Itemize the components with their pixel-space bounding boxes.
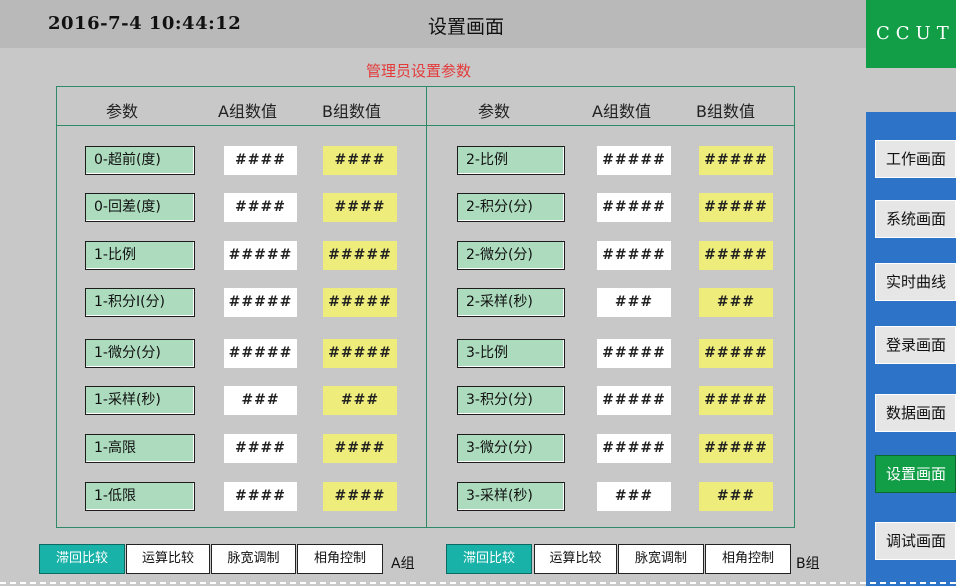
right-header-param: 参数 (478, 102, 511, 121)
nav-button-2[interactable]: 实时曲线 (875, 263, 956, 301)
a-value-field[interactable]: #### (224, 482, 297, 511)
b-value-field[interactable]: ##### (323, 288, 397, 317)
b-value-field[interactable]: ##### (699, 241, 773, 270)
mode-b-button-1[interactable]: 运算比较 (534, 544, 617, 574)
bottom-dashed-line (0, 582, 956, 584)
param-label: 1-微分(分) (85, 339, 195, 368)
a-value-field[interactable]: ##### (224, 339, 297, 368)
b-value-field[interactable]: #### (323, 146, 397, 175)
right-header-b: B组数值 (696, 102, 755, 121)
a-value-field[interactable]: #### (224, 193, 297, 222)
a-value-field[interactable]: ##### (224, 288, 297, 317)
b-value-field[interactable]: #### (323, 434, 397, 463)
param-label: 1-低限 (85, 482, 195, 511)
b-value-field[interactable]: ##### (699, 146, 773, 175)
left-header-param: 参数 (106, 102, 139, 121)
b-value-field[interactable]: ##### (323, 241, 397, 270)
mode-b-button-3[interactable]: 相角控制 (705, 544, 791, 574)
param-label: 2-积分(分) (457, 193, 565, 222)
a-value-field[interactable]: ##### (597, 241, 671, 270)
param-label: 3-微分(分) (457, 434, 565, 463)
group-b-label: B组 (796, 556, 820, 572)
param-label: 1-高限 (85, 434, 195, 463)
mode-a-button-2[interactable]: 脉宽调制 (211, 544, 296, 574)
nav-button-0[interactable]: 工作画面 (875, 140, 956, 178)
param-label: 1-积分I(分) (85, 288, 195, 317)
a-value-field[interactable]: ### (597, 482, 671, 511)
mode-a-button-1[interactable]: 运算比较 (126, 544, 210, 574)
a-value-field[interactable]: #### (224, 434, 297, 463)
a-value-field[interactable]: ##### (597, 146, 671, 175)
a-value-field[interactable]: ##### (224, 241, 297, 270)
b-value-field[interactable]: ##### (323, 339, 397, 368)
a-value-field[interactable]: ##### (597, 193, 671, 222)
mode-a-button-0[interactable]: 滞回比较 (39, 544, 125, 574)
param-label: 1-采样(秒) (85, 386, 195, 415)
a-value-field[interactable]: ##### (597, 386, 671, 415)
nav-button-6[interactable]: 调试画面 (875, 522, 956, 560)
b-value-field[interactable]: ### (699, 482, 773, 511)
nav-button-4[interactable]: 数据画面 (875, 394, 956, 432)
brand-logo: CCUT (866, 0, 956, 68)
mode-b-button-2[interactable]: 脉宽调制 (618, 544, 704, 574)
b-value-field[interactable]: ##### (699, 339, 773, 368)
panel-divider-vertical (426, 86, 427, 528)
b-value-field[interactable]: ##### (699, 193, 773, 222)
param-label: 3-采样(秒) (457, 482, 565, 511)
param-label: 3-积分(分) (457, 386, 565, 415)
param-label: 1-比例 (85, 241, 195, 270)
nav-button-5[interactable]: 设置画面 (875, 455, 956, 493)
mode-a-button-3[interactable]: 相角控制 (297, 544, 383, 574)
left-header-a: A组数值 (218, 102, 277, 121)
param-label: 3-比例 (457, 339, 565, 368)
param-label: 0-超前(度) (85, 146, 195, 175)
nav-button-1[interactable]: 系统画面 (875, 200, 956, 238)
param-label: 2-采样(秒) (457, 288, 565, 317)
a-value-field[interactable]: ##### (597, 339, 671, 368)
b-value-field[interactable]: ### (323, 386, 397, 415)
sidebar: CCUT 工作画面系统画面实时曲线登录画面数据画面设置画面调试画面 (866, 0, 956, 586)
panel-divider-horizontal (56, 125, 795, 126)
mode-b-button-0[interactable]: 滞回比较 (446, 544, 532, 574)
b-value-field[interactable]: #### (323, 482, 397, 511)
left-header-b: B组数值 (322, 102, 381, 121)
right-header-a: A组数值 (592, 102, 651, 121)
a-value-field[interactable]: ### (224, 386, 297, 415)
param-label: 2-比例 (457, 146, 565, 175)
datetime-display: 2016-7-4 10:44:12 (48, 13, 242, 34)
b-value-field[interactable]: ##### (699, 434, 773, 463)
a-value-field[interactable]: #### (224, 146, 297, 175)
param-label: 2-微分(分) (457, 241, 565, 270)
param-label: 0-回差(度) (85, 193, 195, 222)
nav-button-3[interactable]: 登录画面 (875, 326, 956, 364)
b-value-field[interactable]: #### (323, 193, 397, 222)
b-value-field[interactable]: ### (699, 288, 773, 317)
group-a-label: A组 (391, 556, 415, 572)
page-title: 设置画面 (428, 16, 505, 38)
a-value-field[interactable]: ### (597, 288, 671, 317)
section-subtitle: 管理员设置参数 (366, 62, 472, 80)
a-value-field[interactable]: ##### (597, 434, 671, 463)
b-value-field[interactable]: ##### (699, 386, 773, 415)
